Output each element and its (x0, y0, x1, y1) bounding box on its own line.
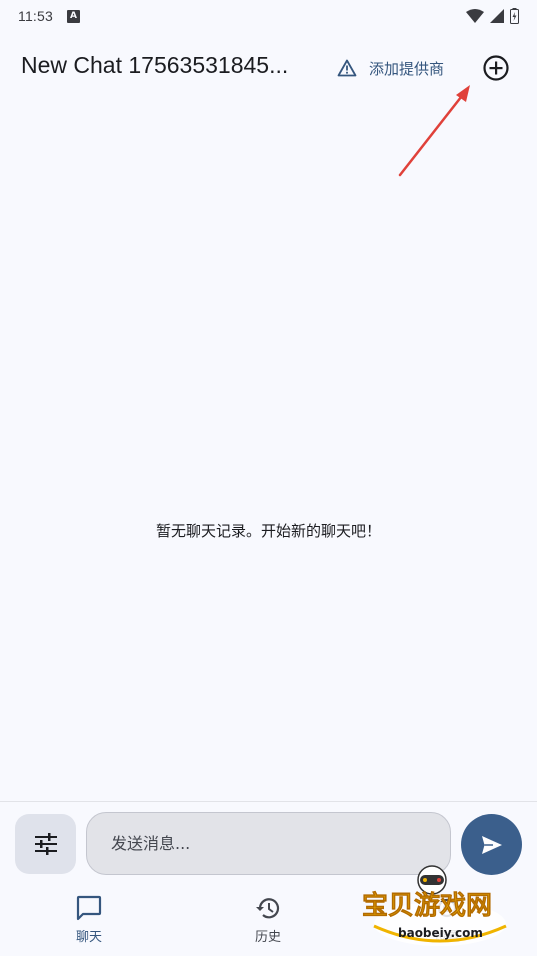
nav-history-tab[interactable]: 历史 (223, 894, 313, 945)
chat-title: New Chat 17563531845... (21, 52, 289, 78)
add-provider-button[interactable]: 添加提供商 (337, 54, 444, 82)
nav-history-label: 历史 (254, 930, 281, 945)
battery-icon (510, 8, 519, 24)
history-icon (256, 898, 280, 919)
status-time: 11:53 (18, 8, 53, 24)
annotation-arrow (398, 85, 470, 177)
svg-text:宝贝游戏网: 宝贝游戏网 (362, 890, 492, 921)
empty-state-message: 暂无聊天记录。开始新的聊天吧！ (155, 522, 381, 540)
chat-bubble-icon (76, 895, 102, 921)
composer-divider (0, 801, 537, 802)
site-watermark-logo: 宝贝游戏网 baobeiy.com (362, 865, 507, 946)
wifi-icon (466, 9, 484, 23)
cell-signal-icon (490, 9, 504, 23)
add-circle-icon (483, 55, 509, 81)
new-chat-button[interactable] (481, 53, 511, 83)
tune-icon (34, 833, 57, 855)
add-provider-label: 添加提供商 (369, 59, 445, 78)
svg-text:baobeiy.com: baobeiy.com (398, 926, 483, 940)
chat-options-button[interactable] (15, 814, 76, 874)
send-icon (481, 835, 502, 854)
nav-chat-tab[interactable]: 聊天 (44, 894, 134, 945)
accessibility-badge-icon: A (67, 9, 80, 23)
nav-chat-label: 聊天 (75, 930, 102, 945)
status-icons (466, 8, 519, 24)
status-bar: 11:53 A (0, 0, 537, 32)
warning-icon (337, 59, 357, 77)
